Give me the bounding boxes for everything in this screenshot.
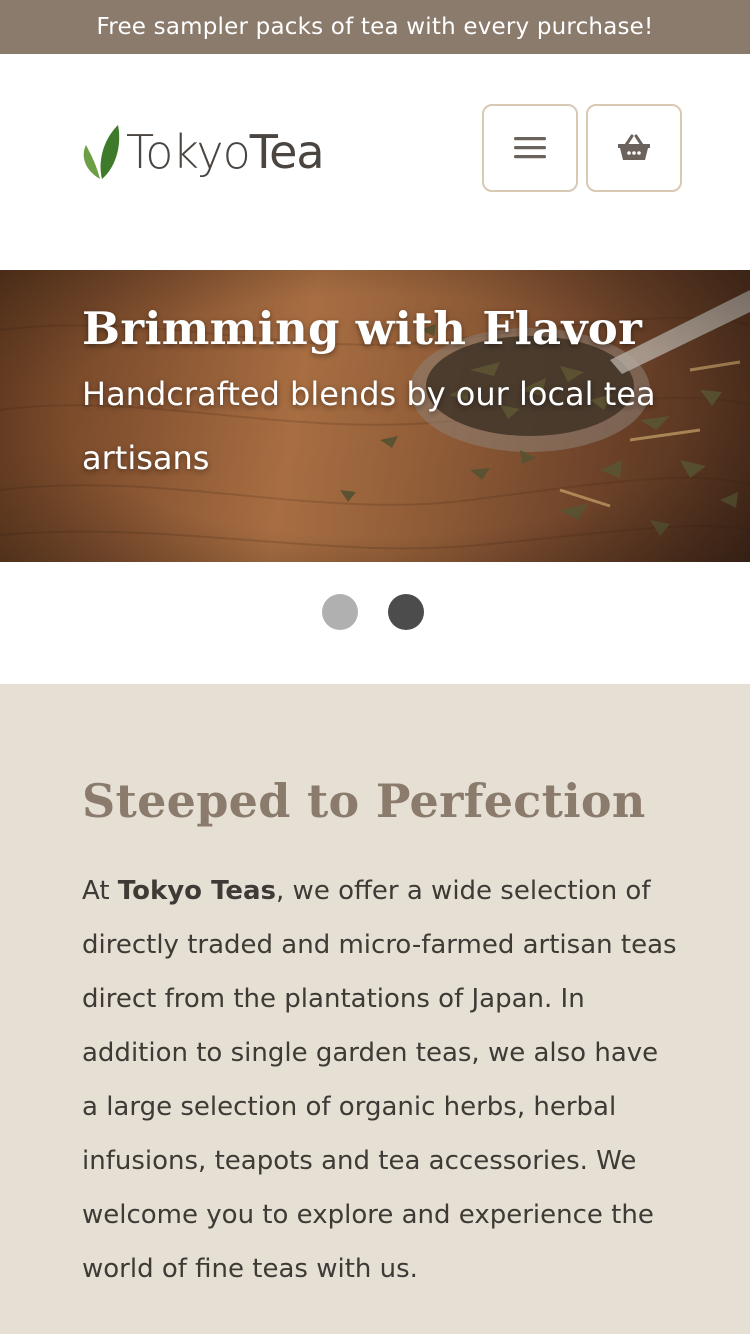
logo-text: TokyoTea [126,125,325,179]
cart-button[interactable] [586,104,682,192]
carousel-dot-2-active[interactable] [388,594,424,630]
about-body-brand: Tokyo Teas [117,876,277,906]
about-body: At Tokyo Teas, we offer a wide selection… [82,864,682,1296]
carousel-dot-1[interactable] [322,594,358,630]
hero-title: Brimming with Flavor [82,302,643,355]
carousel-pagination [0,562,750,684]
about-body-rest: , we offer a wide selection of directly … [82,876,677,1284]
about-title: Steeped to Perfection [82,774,646,828]
leaf-logo-icon [83,125,120,179]
hero-subtitle: Handcrafted blends by our local tea arti… [82,375,656,477]
promo-banner: Free sampler packs of tea with every pur… [0,0,750,54]
logo[interactable]: TokyoTea [80,116,325,188]
basket-icon [618,134,650,160]
logo-text-tea: Tea [249,125,325,179]
promo-text: Free sampler packs of tea with every pur… [96,14,654,40]
site-header: TokyoTea [0,54,750,270]
hero-banner[interactable]: Brimming with Flavor Handcrafted blends … [0,270,750,562]
about-body-prefix: At [82,876,118,906]
logo-text-tokyo: Tokyo [126,125,251,179]
menu-button[interactable] [482,104,578,192]
about-section: Steeped to Perfection At Tokyo Teas, we … [0,684,750,1334]
hamburger-menu-icon [514,137,546,159]
